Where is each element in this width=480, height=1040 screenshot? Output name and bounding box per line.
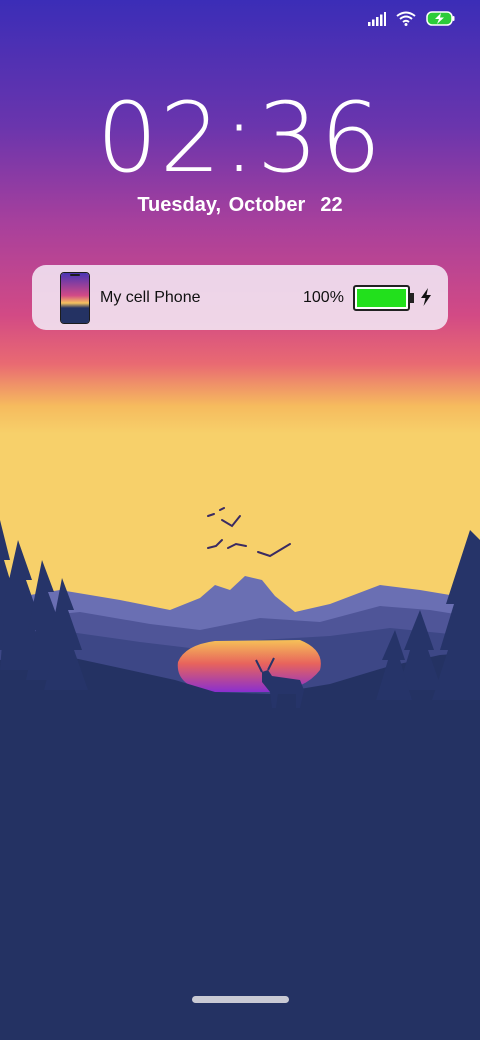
battery-percent: 100%: [303, 289, 344, 306]
home-indicator[interactable]: [192, 996, 289, 1003]
battery-charging-icon: [426, 11, 456, 31]
charging-bolt-icon: [421, 288, 431, 306]
battery-level-icon: [353, 285, 414, 311]
device-battery-card[interactable]: My cell Phone 100%: [32, 265, 448, 330]
signal-icon: [368, 11, 386, 31]
lock-screen-date: Tuesday, October 22: [137, 194, 343, 216]
phone-thumbnail-icon: [60, 272, 90, 324]
wifi-icon: [396, 11, 416, 31]
device-name: My cell Phone: [100, 289, 201, 306]
lock-screen-clock: 02:36: [96, 82, 384, 194]
status-bar: [368, 10, 456, 32]
